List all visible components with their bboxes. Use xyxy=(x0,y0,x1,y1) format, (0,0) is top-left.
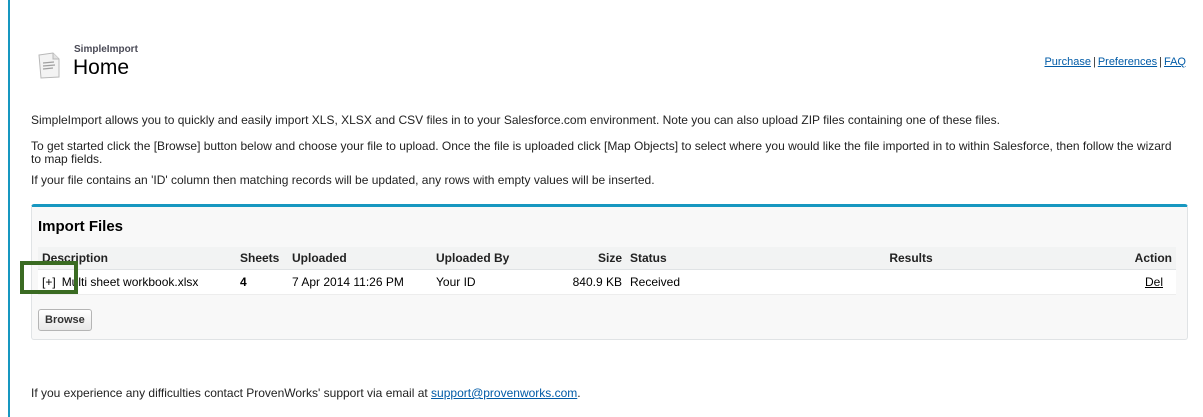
status-cell: Received xyxy=(626,269,714,295)
table-header-row: Description Sheets Uploaded Uploaded By … xyxy=(38,247,1176,270)
preferences-link[interactable]: Preferences xyxy=(1098,56,1157,68)
link-separator: | xyxy=(1159,56,1162,68)
column-header-action: Action xyxy=(1108,247,1176,270)
uploaded-cell: 7 Apr 2014 11:26 PM xyxy=(288,269,432,295)
column-header-results: Results xyxy=(714,247,1108,270)
id-column-note: If your file contains an 'ID' column the… xyxy=(31,173,655,187)
file-name: Multi sheet workbook.xlsx xyxy=(61,275,199,289)
column-header-size: Size xyxy=(520,247,626,270)
import-files-panel: Import Files Description Sheets Uploaded… xyxy=(31,204,1188,340)
support-note-text: If you experience any difficulties conta… xyxy=(31,386,432,400)
browse-button[interactable]: Browse xyxy=(38,309,92,331)
faq-link[interactable]: FAQ xyxy=(1164,56,1186,68)
document-page-icon xyxy=(38,52,60,79)
column-header-sheets: Sheets xyxy=(236,247,288,270)
delete-link[interactable]: Del xyxy=(1145,275,1163,289)
support-note-end: . xyxy=(577,386,581,400)
intro-text: SimpleImport allows you to quickly and e… xyxy=(31,113,1000,127)
uploaded-by-cell: Your ID xyxy=(432,269,520,295)
column-header-uploaded-by: Uploaded By xyxy=(432,247,520,270)
support-email-link[interactable]: support@provenworks.com xyxy=(431,386,577,400)
instructions-text: To get started click the [Browse] button… xyxy=(31,139,1172,166)
action-cell: Del xyxy=(1108,269,1176,295)
table-row: [+] Multi sheet workbook.xlsx 4 7 Apr 201… xyxy=(38,269,1176,295)
link-separator: | xyxy=(1092,56,1096,68)
results-cell xyxy=(714,269,1108,295)
support-note: If you experience any difficulties conta… xyxy=(31,386,581,400)
import-files-table: Description Sheets Uploaded Uploaded By … xyxy=(38,247,1176,295)
column-header-uploaded: Uploaded xyxy=(288,247,432,270)
highlight-annotation-box xyxy=(20,261,78,294)
app-name: SimpleImport xyxy=(74,44,138,55)
page-title: Home xyxy=(73,56,130,79)
purchase-link[interactable]: Purchase xyxy=(1044,56,1090,68)
left-accent-rule xyxy=(8,0,10,417)
sheets-cell: 4 xyxy=(236,269,288,295)
column-header-status: Status xyxy=(626,247,714,270)
panel-title: Import Files xyxy=(38,218,124,235)
top-links: Purchase | Preferences | FAQ xyxy=(1044,56,1186,68)
size-cell: 840.9 KB xyxy=(520,269,626,295)
